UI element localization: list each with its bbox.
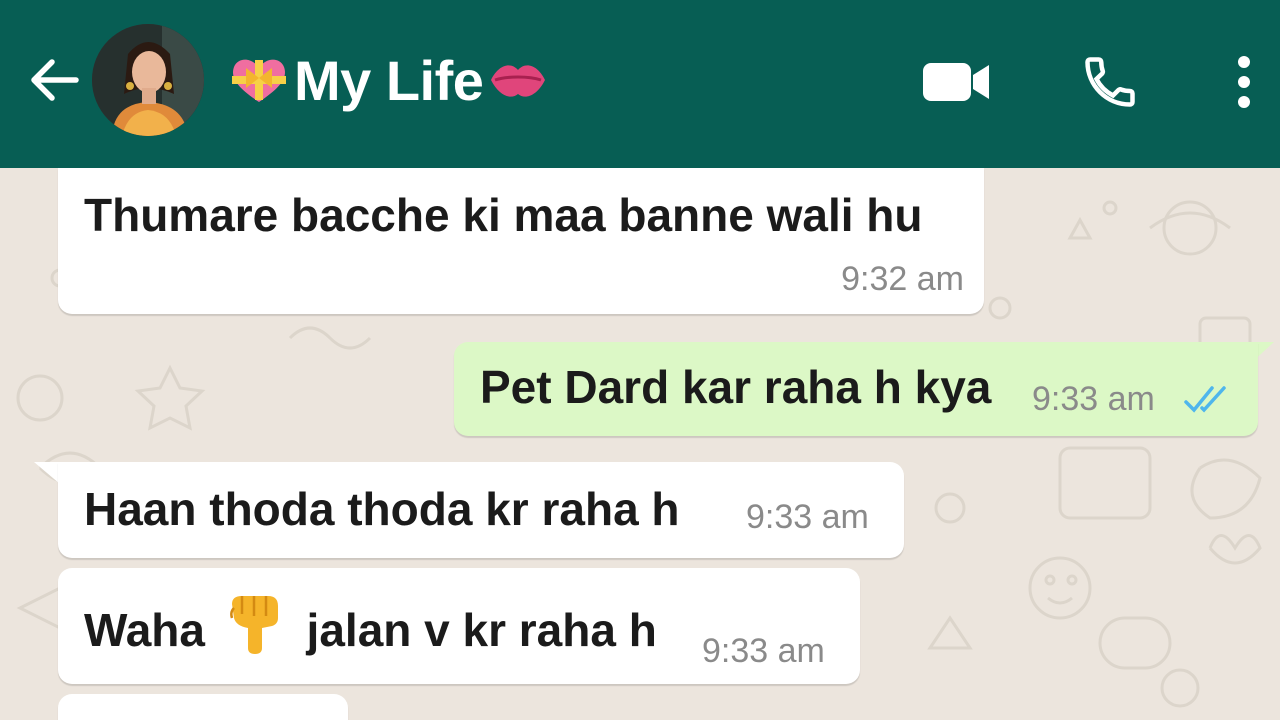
video-camera-icon [923,63,989,101]
more-vert-icon [1238,56,1250,108]
message-text-part: Waha [84,604,205,656]
message-bubble-outgoing[interactable]: Pet Dard kar raha h kya 9:33 am [454,342,1258,436]
incoming-bubble-tail [34,462,60,484]
message-timestamp: 9:33 am [702,632,825,670]
message-bubble-incoming[interactable] [58,694,348,720]
back-arrow-icon [31,59,79,101]
message-text-part: jalan v kr raha h [306,604,657,656]
message-bubble-incoming[interactable]: Thumare bacche ki maa banne wali hu 9:32… [58,168,984,314]
phone-icon [1085,57,1135,107]
message-text: Thumare bacche ki maa banne wali hu [84,189,923,241]
message-timestamp: 9:32 am [841,260,964,298]
avatar-image [92,24,204,136]
double-check-read-icon [1184,386,1226,413]
message-timestamp: 9:33 am [1032,380,1155,418]
more-options-button[interactable] [1216,44,1272,120]
chat-title[interactable]: My Life [228,44,549,116]
message-text: Pet Dard kar raha h kya [480,361,992,413]
message-list[interactable]: Thumare bacche ki maa banne wali hu 9:32… [0,168,1280,720]
kiss-mark-icon [491,65,546,97]
message-text: Waha jalan v kr raha h [84,594,657,657]
heart-with-ribbon-icon [232,59,286,102]
video-call-button[interactable] [916,44,996,120]
contact-avatar[interactable] [92,24,204,136]
message-bubble-incoming[interactable]: Waha jalan v kr raha h 9:33 am [58,568,860,684]
voice-call-button[interactable] [1072,44,1148,120]
contact-name: My Life [294,48,484,112]
message-text: Haan thoda thoda kr raha h [84,483,680,535]
message-timestamp: 9:33 am [746,498,869,536]
back-button[interactable] [24,50,84,110]
chat-header: My Life [0,0,1280,168]
backhand-index-pointing-down-icon [229,596,278,654]
message-bubble-incoming[interactable]: Haan thoda thoda kr raha h 9:33 am [58,462,904,558]
